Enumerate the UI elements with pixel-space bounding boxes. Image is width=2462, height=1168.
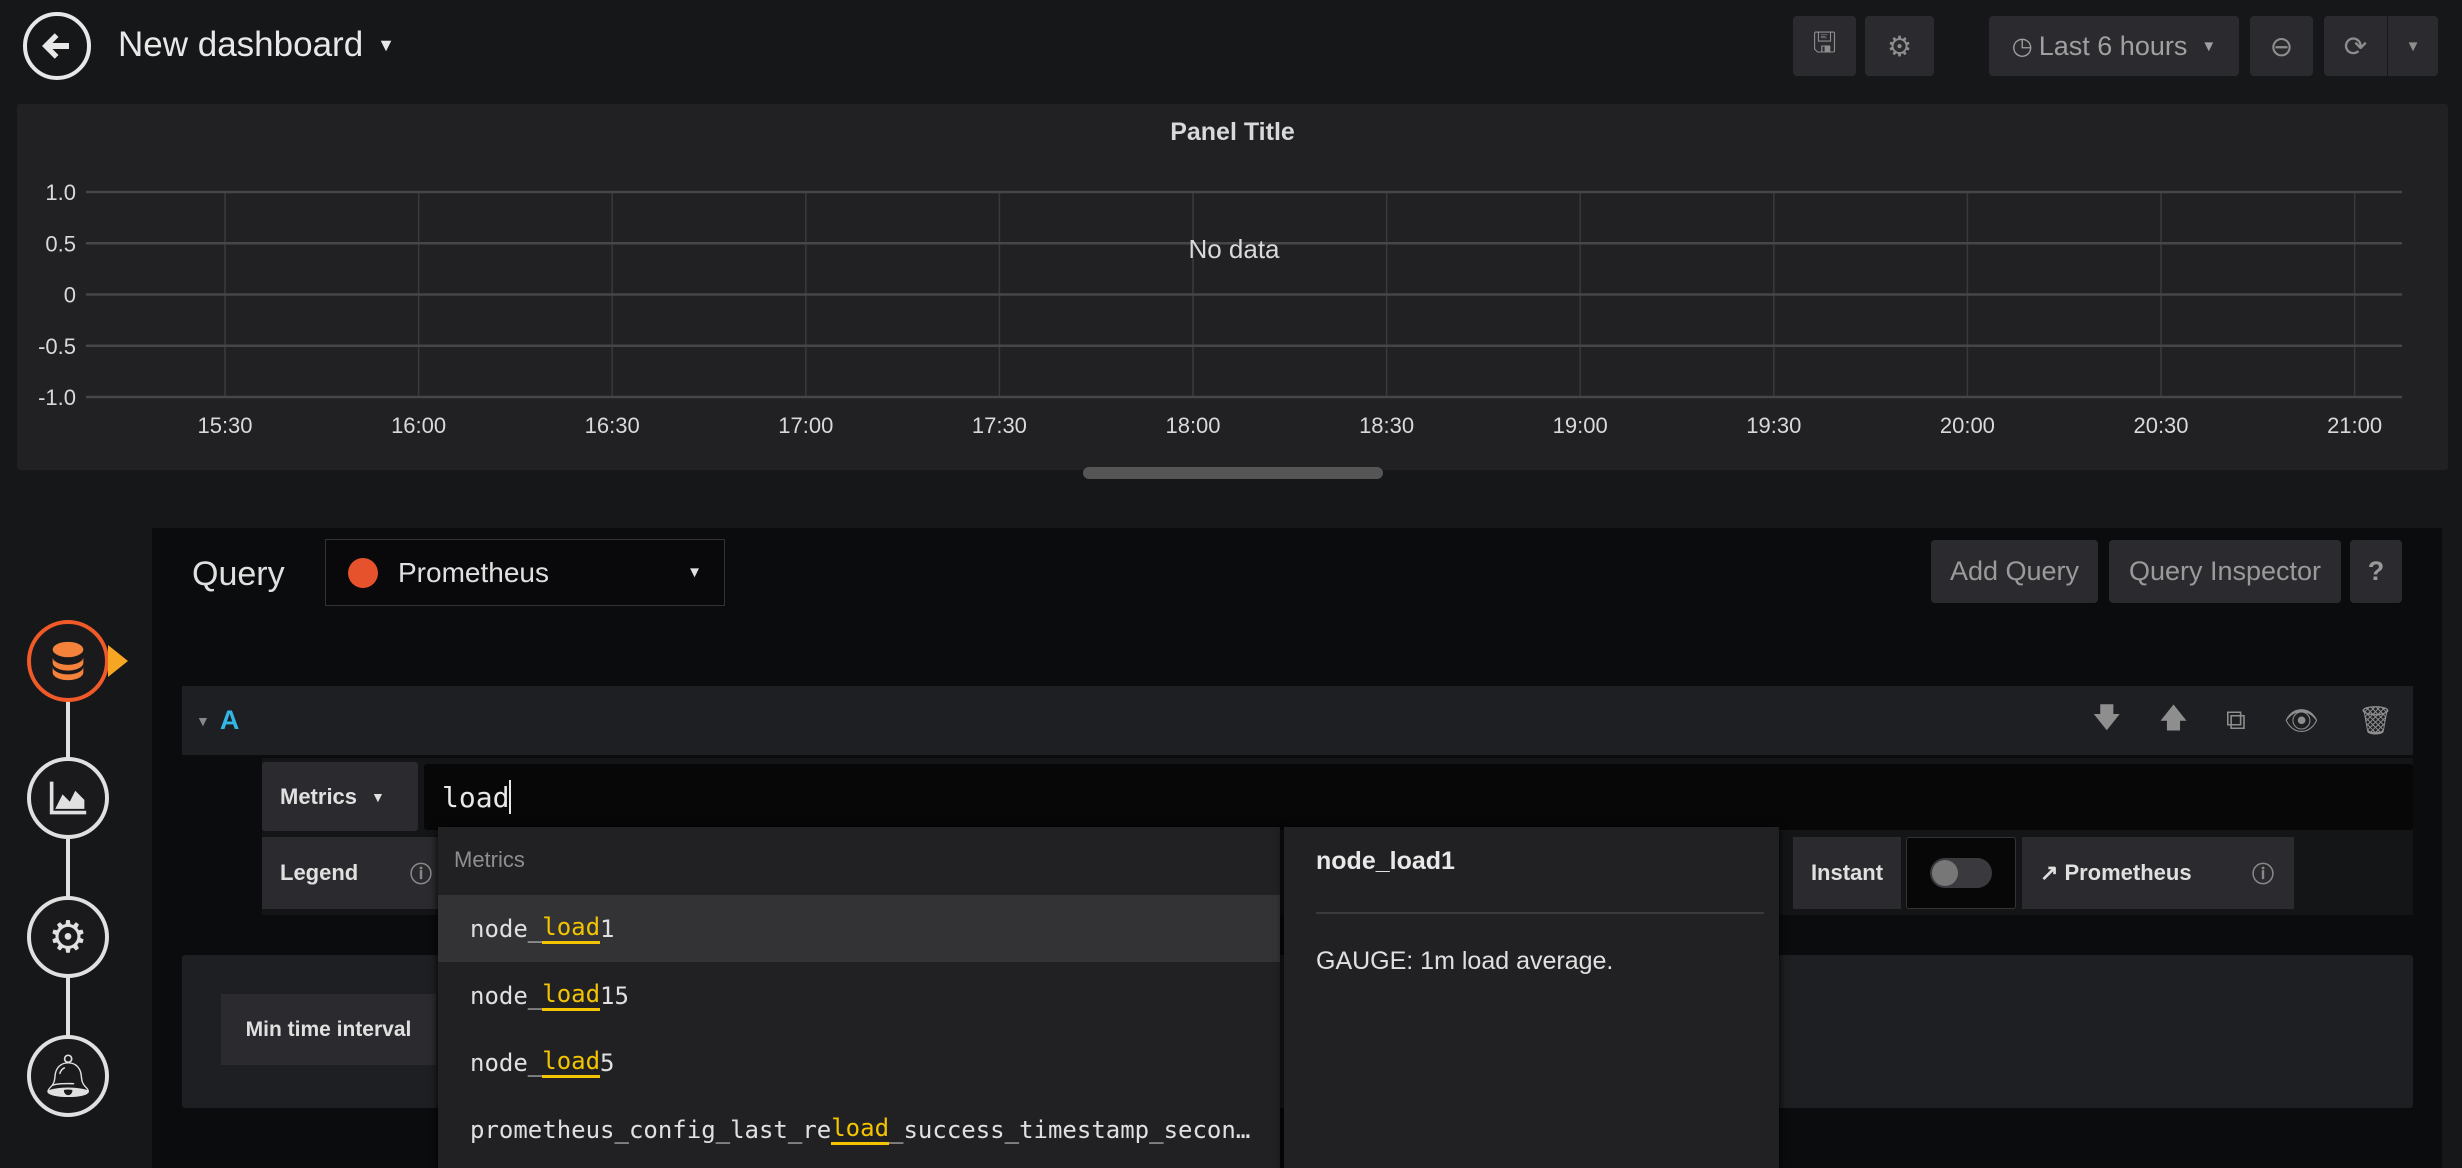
prometheus-logo-icon [348,557,378,588]
x-tick-label: 15:30 [197,413,252,438]
y-tick-label: 0.5 [45,231,76,256]
min-time-interval-label: Min time interval [221,994,436,1065]
query-inspector-button[interactable]: Query Inspector [2109,540,2341,603]
nav-active-pointer-icon [108,645,128,677]
text-cursor [509,780,512,814]
suggestion-item[interactable]: node_ load 5 [438,1029,1280,1096]
suggestion-list: Metrics node_ load 1 node_ load 15 node_ load… [438,827,1280,1168]
nav-general[interactable]: ⚙ [27,896,109,978]
info-icon: ⓘ [2251,862,2274,887]
x-tick-label: 19:30 [1746,413,1801,438]
panel-resize-handle[interactable] [1083,467,1383,479]
bell-icon: 🔔︎ [41,1051,95,1099]
x-tick-label: 18:00 [1165,413,1220,438]
caret-down-icon: ▼ [371,788,385,805]
suggestion-group-header: Metrics [454,847,525,872]
toggle-track [1930,858,1992,888]
suggestion-item[interactable]: prometheus_config_last_re load _success_ti… [438,1096,1280,1163]
query-row-header[interactable]: ▼ A 🡇 🡅 ⧉ 👁︎ 🗑︎ [182,686,2413,755]
x-tick-label: 20:30 [2133,413,2188,438]
x-tick-label: 21:00 [2327,413,2382,438]
datasource-select[interactable]: Prometheus ▼ [325,539,725,606]
help-button[interactable]: ? [2350,540,2402,603]
query-label: Query [192,555,285,593]
move-up-icon[interactable]: 🡅 [2159,697,2188,745]
duplicate-icon[interactable]: ⧉ [2226,704,2246,737]
metrics-button[interactable]: Metrics ▼ [262,762,418,831]
format-link[interactable]: ↗ Prometheus ⓘ [2022,837,2294,909]
toggle-knob [1932,860,1958,886]
cogs-icon: ⚙ [48,912,88,962]
doc-text: GAUGE: 1m load average. [1316,947,1614,975]
instant-label: Instant [1793,837,1901,909]
move-down-icon[interactable]: 🡇 [2092,697,2121,745]
doc-title: node_load1 [1316,847,1455,875]
y-tick-label: 1.0 [45,180,76,205]
external-link-icon: ↗ [2040,860,2059,885]
nav-alert[interactable]: 🔔︎ [27,1035,109,1117]
suggestion-documentation: node_load1 GAUGE: 1m load average. [1284,827,1779,1168]
trash-icon[interactable]: 🗑︎ [2357,704,2393,737]
x-tick-label: 16:00 [391,413,446,438]
y-tick-label: -0.5 [38,334,76,359]
suggestion-item[interactable]: node_ load 15 [438,962,1280,1029]
x-tick-label: 17:00 [778,413,833,438]
collapse-caret-icon: ▼ [196,712,210,729]
nav-visualization[interactable] [27,757,109,839]
x-tick-label: 18:30 [1359,413,1414,438]
database-icon [52,641,84,681]
legend-label: Legend ⓘ [262,837,438,909]
x-tick-label: 17:30 [972,413,1027,438]
area-chart-icon [49,781,87,815]
suggestion-item[interactable]: node_ load 1 [438,895,1280,962]
nav-queries[interactable] [27,620,109,702]
instant-toggle[interactable] [1906,837,2016,909]
query-ref-id: A [219,705,240,735]
y-tick-label: -1.0 [38,385,76,410]
add-query-button[interactable]: Add Query [1931,540,2098,603]
nav-line [66,700,70,1040]
info-icon: ⓘ [409,862,432,887]
eye-icon[interactable]: 👁︎ [2284,704,2320,737]
x-tick-label: 20:00 [1940,413,1995,438]
y-tick-label: 0 [64,283,76,308]
x-tick-label: 19:00 [1553,413,1608,438]
x-tick-label: 16:30 [585,413,640,438]
no-data-message: No data [1188,234,1280,264]
caret-down-icon: ▼ [687,564,702,581]
promql-query-input[interactable]: load [424,764,2413,830]
doc-divider [1316,912,1764,914]
